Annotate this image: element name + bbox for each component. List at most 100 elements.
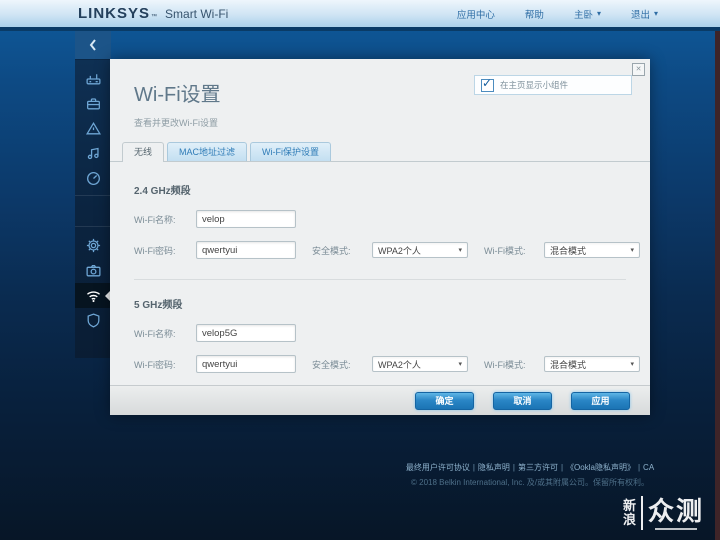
wifi-mode-label: Wi-Fi模式:: [484, 358, 536, 371]
wifi-name-input-24ghz[interactable]: [196, 210, 296, 228]
top-bar: LINKSYS ™ Smart Wi-Fi 应用中心 帮助 主卧 ▾ 退出 ▾: [0, 0, 720, 31]
chevron-down-icon: ▾: [630, 246, 634, 254]
footer-links: 最终用户许可协议|隐私声明|第三方许可|《Ookla隐私声明》|CA: [365, 462, 695, 473]
watermark-char-bottom: 浪: [623, 513, 636, 527]
wifi-mode-label: Wi-Fi模式:: [484, 244, 536, 257]
watermark-side-text: 新 浪: [623, 499, 636, 527]
sidebar-item-guest-access[interactable]: [75, 91, 111, 116]
footer-link-privacy[interactable]: 隐私声明: [478, 463, 510, 472]
sina-zhongce-watermark: 新 浪 众测: [623, 496, 704, 530]
security-mode-label: 安全模式:: [312, 244, 364, 257]
security-mode-label: 安全模式:: [312, 358, 364, 371]
security-mode-value: WPA2个人: [378, 244, 421, 257]
guest-access-icon: [85, 95, 102, 112]
chevron-down-icon: ▾: [597, 9, 601, 18]
wifi-settings-panel: ✕ Wi-Fi设置 查看并更改Wi-Fi设置 ✓ 在主页显示小组件 无线 MAC…: [110, 59, 650, 415]
wifi-name-label: Wi-Fi名称:: [134, 327, 196, 340]
wifi-mode-value: 混合模式: [550, 244, 586, 257]
row-24-security: Wi-Fi密码: 安全模式: WPA2个人 ▾ Wi-Fi模式: 混合模式 ▾: [134, 241, 626, 259]
show-widget-label: 在主页显示小组件: [500, 79, 568, 91]
footer-link-ca[interactable]: CA: [643, 463, 654, 472]
panel-header: Wi-Fi设置 查看并更改Wi-Fi设置 ✓ 在主页显示小组件: [110, 59, 650, 129]
menu-logout-label: 退出: [631, 7, 650, 21]
wifi-icon: [85, 287, 102, 304]
panel-footer: 确定 取消 应用: [110, 385, 650, 415]
sidebar-item-parental-controls[interactable]: [75, 116, 111, 141]
footer-link-third-party[interactable]: 第三方许可: [518, 463, 558, 472]
sidebar-group-main: [75, 60, 111, 195]
row-5-name: Wi-Fi名称:: [134, 324, 626, 342]
wifi-mode-select-5ghz[interactable]: 混合模式 ▾: [544, 356, 640, 372]
shield-icon: [85, 312, 102, 329]
chevron-down-icon: ▾: [458, 246, 462, 254]
tab-bar: 无线 MAC地址过滤 Wi-Fi保护设置: [110, 142, 650, 162]
product-name: Smart Wi-Fi: [165, 7, 228, 21]
row-5-security: Wi-Fi密码: 安全模式: WPA2个人 ▾ Wi-Fi模式: 混合模式 ▾: [134, 355, 626, 373]
watermark-main-wrap: 众测: [648, 497, 704, 530]
sidebar-divider: [75, 195, 111, 227]
menu-logout-dropdown[interactable]: 退出 ▾: [631, 7, 658, 21]
sidebar-back-button[interactable]: [75, 31, 111, 60]
sidebar-item-speed-test[interactable]: [75, 166, 111, 191]
sidebar-item-media-prioritization[interactable]: [75, 141, 111, 166]
wifi-name-input-5ghz[interactable]: [196, 324, 296, 342]
sidebar-item-connectivity[interactable]: [75, 233, 111, 258]
camera-icon: [85, 262, 102, 279]
linksys-logo: LINKSYS ™ Smart Wi-Fi: [78, 5, 228, 22]
footer-link-ookla[interactable]: 《Ookla隐私声明》: [566, 463, 635, 472]
footer-separator: |: [473, 463, 475, 472]
menu-help-label: 帮助: [525, 7, 544, 21]
apply-button[interactable]: 应用: [571, 392, 630, 410]
menu-node-dropdown[interactable]: 主卧 ▾: [574, 7, 601, 21]
show-widget-option: ✓ 在主页显示小组件: [474, 75, 632, 95]
security-mode-select-24ghz[interactable]: WPA2个人 ▾: [372, 242, 468, 258]
sidebar-item-wireless[interactable]: [75, 283, 111, 308]
wifi-password-input-5ghz[interactable]: [196, 355, 296, 373]
menu-app-center[interactable]: 应用中心: [457, 7, 495, 21]
sidebar-item-network-map[interactable]: [75, 66, 111, 91]
sidebar-item-security[interactable]: [75, 308, 111, 333]
page: LINKSYS ™ Smart Wi-Fi 应用中心 帮助 主卧 ▾ 退出 ▾: [0, 0, 720, 540]
brand-name: LINKSYS: [78, 5, 150, 22]
section-divider: [134, 279, 626, 280]
footer-copyright: © 2018 Belkin International, Inc. 及/或其附属…: [365, 477, 695, 488]
checkmark-icon: ✓: [482, 76, 492, 90]
wifi-password-input-24ghz[interactable]: [196, 241, 296, 259]
tab-mac-filtering[interactable]: MAC地址过滤: [167, 142, 247, 161]
ok-button[interactable]: 确定: [415, 392, 474, 410]
wifi-password-label: Wi-Fi密码:: [134, 358, 196, 371]
section-heading-24ghz: 2.4 GHz频段: [134, 182, 626, 197]
tab-content: 2.4 GHz频段 Wi-Fi名称: Wi-Fi密码: 安全模式: WPA2个人…: [110, 182, 650, 406]
parental-controls-icon: [85, 120, 102, 137]
sidebar-group-settings: [75, 227, 111, 337]
chevron-down-icon: ▾: [630, 360, 634, 368]
menu-node-label: 主卧: [574, 7, 593, 21]
security-mode-select-5ghz[interactable]: WPA2个人 ▾: [372, 356, 468, 372]
page-footer: 最终用户许可协议|隐私声明|第三方许可|《Ookla隐私声明》|CA © 201…: [365, 462, 695, 488]
section-heading-5ghz: 5 GHz频段: [134, 296, 626, 311]
footer-separator: |: [561, 463, 563, 472]
trademark-mark: ™: [151, 14, 157, 20]
cancel-button[interactable]: 取消: [493, 392, 552, 410]
footer-link-eula[interactable]: 最终用户许可协议: [406, 463, 470, 472]
security-mode-value: WPA2个人: [378, 358, 421, 371]
row-24-name: Wi-Fi名称:: [134, 210, 626, 228]
media-prioritization-icon: [85, 145, 102, 162]
sidebar-item-troubleshooting[interactable]: [75, 258, 111, 283]
menu-help[interactable]: 帮助: [525, 7, 544, 21]
footer-separator: |: [513, 463, 515, 472]
top-menu: 应用中心 帮助 主卧 ▾ 退出 ▾: [457, 0, 658, 27]
chevron-left-icon: [87, 38, 99, 52]
show-widget-checkbox[interactable]: ✓: [481, 79, 494, 92]
tab-wifi-protected-setup[interactable]: Wi-Fi保护设置: [250, 142, 331, 161]
wifi-name-label: Wi-Fi名称:: [134, 213, 196, 226]
gear-icon: [85, 237, 102, 254]
network-map-icon: [85, 70, 102, 87]
chevron-down-icon: ▾: [654, 9, 658, 18]
tab-wireless[interactable]: 无线: [122, 142, 164, 162]
page-subtitle: 查看并更改Wi-Fi设置: [134, 116, 626, 129]
watermark-char-top: 新: [623, 499, 636, 513]
wifi-mode-select-24ghz[interactable]: 混合模式 ▾: [544, 242, 640, 258]
chevron-down-icon: ▾: [458, 360, 462, 368]
right-edge-strip: [715, 31, 720, 540]
